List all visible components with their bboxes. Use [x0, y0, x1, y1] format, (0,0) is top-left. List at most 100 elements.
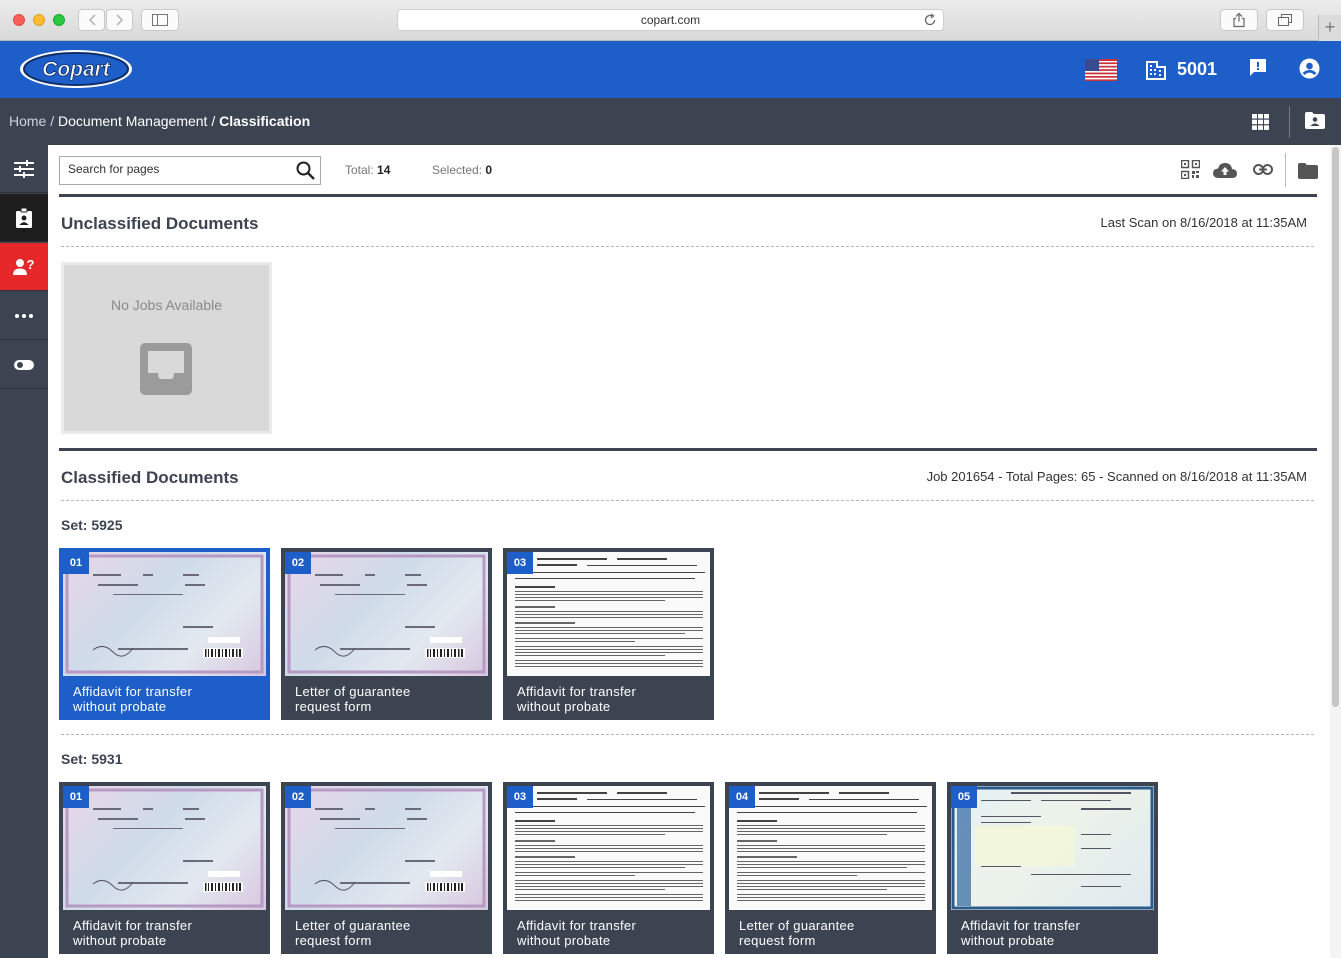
doc-caption-line: Letter of guarantee [295, 918, 411, 933]
breadcrumb-separator: / [207, 113, 220, 129]
scrollbar-thumb[interactable] [1332, 147, 1339, 707]
grid-view-icon[interactable] [1252, 114, 1269, 130]
new-tab-button[interactable]: + [1318, 15, 1341, 41]
doc-caption-line: Affidavit for transfer [73, 918, 193, 933]
doc-card[interactable]: 03 Affidavit for transfer without probate [503, 782, 714, 954]
doc-caption-line: Affidavit for transfer [517, 918, 637, 933]
reload-icon[interactable] [923, 13, 937, 27]
doc-card[interactable]: 05 Affidavit for transfer without probate [947, 782, 1158, 954]
account-icon[interactable] [1299, 58, 1320, 79]
sidebar-icon [152, 14, 168, 26]
address-bar[interactable]: copart.com [397, 9, 944, 31]
minimize-window-button[interactable] [33, 14, 45, 26]
building-icon [1146, 61, 1166, 80]
no-jobs-text: No Jobs Available [110, 297, 223, 313]
unclassified-title: Unclassified Documents [61, 214, 259, 233]
link-icon[interactable] [1253, 164, 1273, 175]
location-number[interactable]: 5001 [1177, 59, 1217, 80]
url-text: copart.com [640, 13, 701, 27]
doc-card[interactable]: 03 Affidavit for transfer without probate [503, 548, 714, 720]
page-number-badge: 03 [507, 552, 533, 574]
doc-thumbnail: 05 [951, 786, 1154, 910]
page-number-badge: 04 [729, 786, 755, 808]
page-number-badge: 01 [63, 786, 89, 808]
page-number-badge: 05 [951, 786, 977, 808]
doc-caption-line: request form [295, 699, 372, 714]
doc-thumbnail: 04 [729, 786, 932, 910]
folder-icon[interactable] [1298, 163, 1318, 179]
breadcrumb-document-management[interactable]: Document Management [58, 113, 207, 129]
chevron-right-icon [115, 14, 123, 26]
search-icon[interactable] [296, 161, 315, 180]
more-icon [15, 313, 33, 318]
tabs-overview-button[interactable] [1266, 9, 1304, 31]
share-button[interactable] [1220, 9, 1258, 31]
back-button[interactable] [78, 9, 105, 31]
page-number-badge: 02 [285, 552, 311, 574]
sidebar-toggle-button[interactable] [141, 9, 179, 31]
toggle-icon [14, 359, 34, 370]
feedback-icon[interactable] [1248, 58, 1268, 78]
rail-item-filters[interactable] [0, 145, 48, 193]
close-window-button[interactable] [13, 14, 25, 26]
maximize-window-button[interactable] [53, 14, 65, 26]
doc-card[interactable]: 02 Letter of guarantee request form [281, 548, 492, 720]
doc-caption: Affidavit for transfer without probate [73, 918, 263, 948]
text-document-preview-icon [737, 792, 927, 901]
browser-chrome: copart.com + [0, 0, 1341, 41]
doc-caption: Letter of guarantee request form [295, 684, 485, 714]
rail-item-toggle[interactable] [0, 341, 48, 389]
scrollbar[interactable] [1330, 145, 1341, 958]
shared-folder-icon[interactable] [1304, 111, 1326, 130]
doc-caption-line: Letter of guarantee [739, 918, 855, 933]
doc-thumbnail: 02 [285, 786, 488, 910]
qr-code-icon[interactable] [1181, 160, 1200, 179]
forward-button[interactable] [106, 9, 133, 31]
job-info: Job 201654 - Total Pages: 65 - Scanned o… [926, 469, 1307, 484]
toolbar: Total: 14 Selected: 0 [48, 145, 1341, 195]
toolbar-divider [59, 194, 1317, 197]
help-user-icon: ? [13, 258, 35, 275]
page-number-badge: 02 [285, 786, 311, 808]
selected-label: Selected: [432, 163, 486, 177]
certificate-preview-icon [65, 788, 264, 908]
doc-card[interactable]: 01 Affidavit for transfer without probate [59, 782, 270, 954]
svg-text:?: ? [27, 258, 35, 272]
divider [1289, 106, 1290, 138]
copart-logo[interactable]: Copart [19, 49, 133, 89]
doc-caption-line: Affidavit for transfer [73, 684, 193, 699]
doc-caption-line: without probate [517, 699, 611, 714]
breadcrumb-home[interactable]: Home [9, 113, 46, 129]
section-divider [61, 246, 1314, 247]
title-document-preview-icon [951, 786, 1154, 910]
doc-thumbnail: 03 [507, 552, 710, 676]
tabs-icon [1278, 14, 1292, 26]
breadcrumb-separator: / [46, 113, 59, 129]
set-label: Set: 5931 [61, 751, 123, 767]
certificate-preview-icon [287, 788, 486, 908]
chevron-left-icon [88, 14, 96, 26]
us-flag-icon[interactable] [1085, 59, 1117, 81]
doc-card[interactable]: 04 Letter of guarantee request form [725, 782, 936, 954]
doc-caption-line: without probate [73, 699, 167, 714]
doc-card[interactable]: 01 Affidavit for transfer without probate [59, 548, 270, 720]
doc-caption-line: request form [295, 933, 372, 948]
certificate-preview-icon [65, 554, 264, 674]
section-divider [61, 500, 1314, 501]
cloud-upload-icon[interactable] [1213, 163, 1237, 179]
assignment-icon [16, 207, 32, 228]
last-scan-info: Last Scan on 8/16/2018 at 11:35AM [1100, 215, 1307, 230]
doc-card[interactable]: 02 Letter of guarantee request form [281, 782, 492, 954]
search-input[interactable] [68, 162, 288, 176]
doc-caption-line: request form [739, 933, 816, 948]
certificate-preview-icon [287, 554, 486, 674]
doc-caption: Affidavit for transfer without probate [517, 684, 707, 714]
breadcrumb-current: Classification [219, 113, 311, 129]
rail-item-more[interactable] [0, 292, 48, 340]
doc-caption-line: Affidavit for transfer [517, 684, 637, 699]
doc-thumbnail: 01 [63, 552, 266, 676]
rail-item-classification[interactable] [0, 194, 48, 242]
rail-item-help-user[interactable]: ? [0, 243, 48, 291]
doc-thumbnail: 01 [63, 786, 266, 910]
search-box [59, 156, 321, 185]
